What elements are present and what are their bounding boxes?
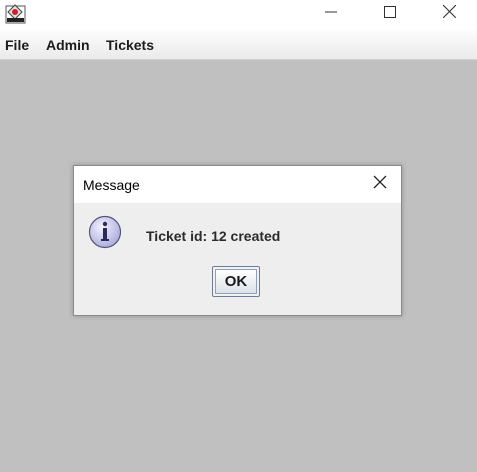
window-close-button[interactable] <box>426 0 472 28</box>
message-dialog: Message Ticket id: 12 created OK <box>73 165 402 316</box>
close-icon <box>442 4 456 23</box>
menu-file[interactable]: File <box>5 37 29 53</box>
dialog-title: Message <box>83 177 140 193</box>
info-icon <box>88 215 122 249</box>
menu-tickets[interactable]: Tickets <box>106 37 154 53</box>
maximize-icon <box>384 5 396 23</box>
ok-button-label: OK <box>215 269 257 294</box>
dialog-close-button[interactable] <box>362 170 398 198</box>
ok-button[interactable]: OK <box>212 266 260 297</box>
menu-bar: File Admin Tickets <box>0 30 477 60</box>
dialog-message: Ticket id: 12 created <box>146 228 281 244</box>
close-icon <box>373 175 387 194</box>
menu-admin[interactable]: Admin <box>46 37 90 53</box>
window-title-bar[interactable] <box>0 0 477 30</box>
java-cup-icon <box>5 3 26 24</box>
dialog-title-bar[interactable]: Message <box>74 166 401 203</box>
minimize-button[interactable] <box>308 0 354 28</box>
minimize-icon <box>325 5 337 23</box>
maximize-button[interactable] <box>367 0 413 28</box>
